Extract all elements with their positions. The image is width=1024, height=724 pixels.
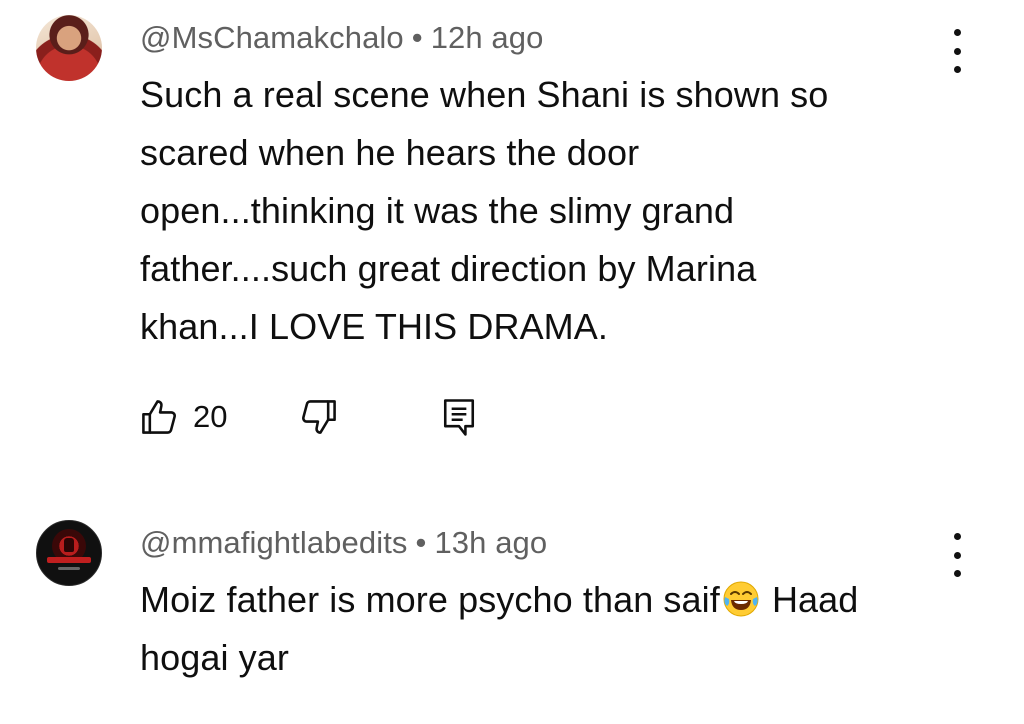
- comment-line: Such a real scene when Shani is shown so: [140, 74, 829, 115]
- avatar[interactable]: [36, 15, 102, 81]
- comment-text-segment: Moiz father is more psycho than saif: [140, 579, 720, 620]
- dislike-button[interactable]: [297, 393, 341, 441]
- separator-dot: •: [411, 20, 423, 55]
- comment-line: scared when he hears the door: [140, 132, 640, 173]
- comment-text: Such a real scene when Shani is shown so…: [140, 66, 940, 356]
- like-button[interactable]: 20: [137, 393, 227, 441]
- thumbs-up-icon: [137, 395, 181, 439]
- more-vertical-icon: [953, 29, 961, 36]
- comment-header: @mmafightlabedits • 13h ago: [140, 525, 547, 561]
- comment-line: father....such great direction by Marina: [140, 248, 757, 289]
- comment-timestamp: 13h ago: [434, 525, 548, 560]
- more-vertical-icon-dot: [953, 47, 961, 55]
- comment-text-segment: Haad: [761, 579, 859, 620]
- more-vertical-icon: [953, 533, 961, 540]
- comment-text: Moiz father is more psycho than saif Haa…: [140, 571, 940, 687]
- comment-line: khan...I LOVE THIS DRAMA.: [140, 306, 608, 347]
- comment-item: @MsChamakchalo • 12h ago Such a real scene…: [0, 0, 1024, 480]
- comment-line: hogai yar: [140, 637, 289, 678]
- comment-item: @mmafightlabedits • 13h ago Moiz father is…: [0, 500, 1024, 724]
- comment-timestamp: 12h ago: [430, 20, 544, 55]
- channel-logo-subbanner: [58, 567, 80, 570]
- comment-actions: 20: [137, 393, 537, 441]
- reply-button[interactable]: [437, 393, 481, 441]
- more-vertical-icon-dot: [953, 570, 961, 577]
- face-with-tears-of-joy-icon: [722, 577, 760, 617]
- more-options-button[interactable]: [942, 29, 972, 73]
- channel-logo-banner: [47, 557, 91, 563]
- avatar[interactable]: [36, 520, 102, 586]
- separator-dot: •: [415, 525, 427, 560]
- author-handle[interactable]: @MsChamakchalo: [140, 20, 404, 55]
- comment-header: @MsChamakchalo • 12h ago: [140, 20, 543, 56]
- thumbs-down-icon: [297, 395, 341, 439]
- more-vertical-icon-dot: [953, 551, 961, 559]
- comment-line: open...thinking it was the slimy grand: [140, 190, 735, 231]
- more-vertical-icon-dot: [953, 66, 961, 73]
- comment-line: Moiz father is more psycho than saif Haa…: [140, 571, 940, 629]
- more-options-button[interactable]: [942, 533, 972, 577]
- like-count: 20: [193, 399, 228, 434]
- author-handle[interactable]: @mmafightlabedits: [140, 525, 408, 560]
- reply-comment-icon: [437, 394, 481, 440]
